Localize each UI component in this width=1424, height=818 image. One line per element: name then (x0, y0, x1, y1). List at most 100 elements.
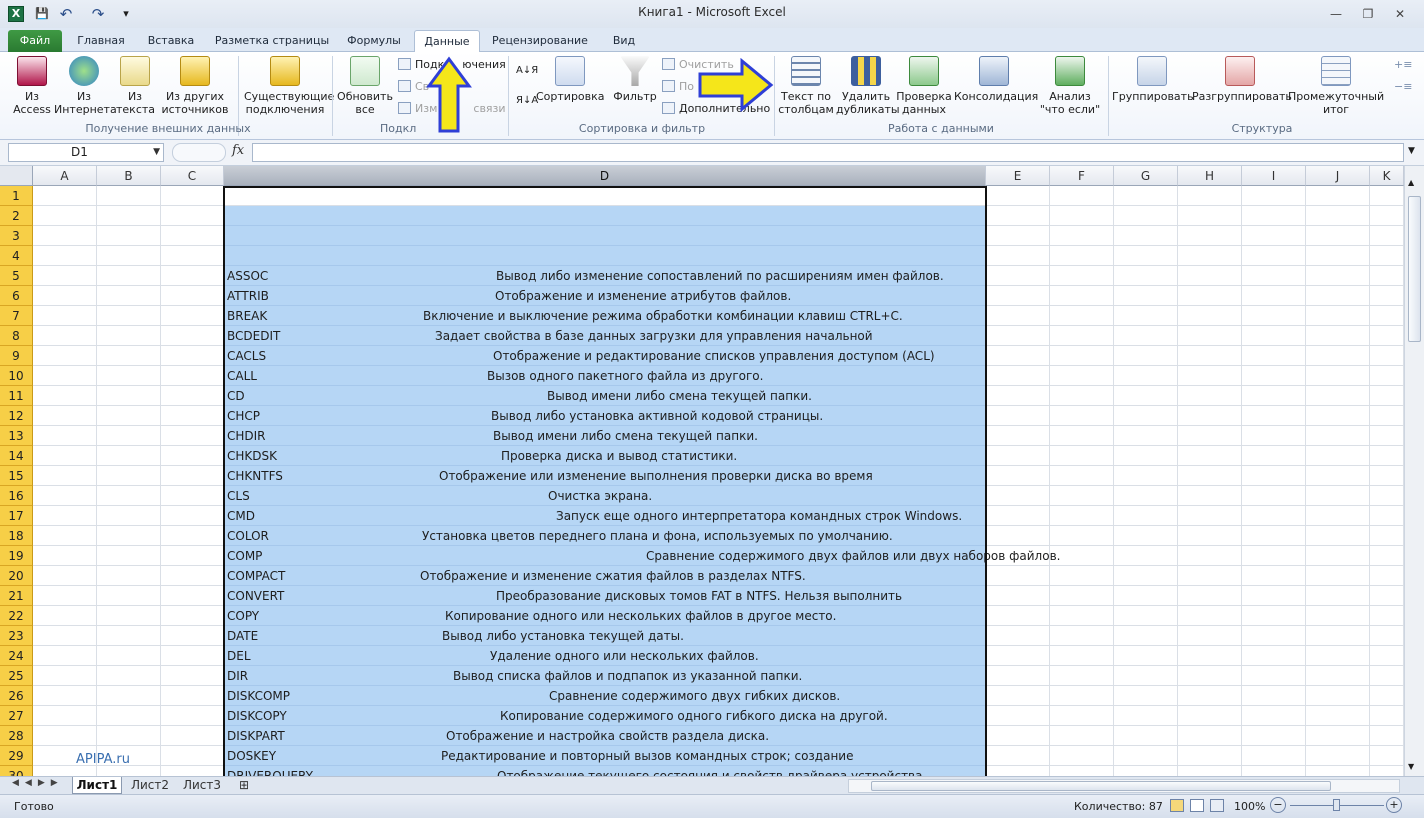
row-header-3[interactable]: 3 (0, 226, 33, 246)
column-header-h[interactable]: H (1178, 166, 1242, 186)
select-all-corner[interactable] (0, 166, 33, 186)
row-header-22[interactable]: 22 (0, 606, 33, 626)
filter-button[interactable]: Фильтр (612, 56, 658, 103)
scroll-up-icon[interactable]: ▲ (1408, 178, 1414, 187)
tab-formulas[interactable]: Формулы (340, 30, 408, 52)
cell-d2[interactable] (224, 206, 986, 226)
text-to-columns-button[interactable]: Текст по столбцам (778, 56, 834, 116)
from-other-sources-button[interactable]: Из других источников (158, 56, 232, 116)
cell-d10[interactable]: CALL Вызов одного пакетного файла из друг… (224, 366, 986, 386)
cell-d15[interactable]: CHKNTFS Отображение или изменение выполне… (224, 466, 986, 486)
row-header-28[interactable]: 28 (0, 726, 33, 746)
row-header-17[interactable]: 17 (0, 506, 33, 526)
row-header-13[interactable]: 13 (0, 426, 33, 446)
row-header-1[interactable]: 1 (0, 186, 33, 206)
sort-az-button[interactable]: А↓Я (516, 64, 538, 78)
page-break-view-icon[interactable] (1210, 799, 1224, 812)
properties-button[interactable]: Св (398, 80, 429, 94)
row-header-30[interactable]: 30 (0, 766, 33, 776)
cell-d30[interactable]: DRIVERQUERY Отображение текущего состояни… (224, 766, 986, 776)
cell-d27[interactable]: DISKCOPY Копирование содержимого одного г… (224, 706, 986, 726)
sheet-tab-1[interactable]: Лист1 (72, 777, 122, 794)
insert-function-icon[interactable]: fx (232, 143, 244, 158)
group-button[interactable]: Группировать (1112, 56, 1194, 103)
row-header-23[interactable]: 23 (0, 626, 33, 646)
column-header-b[interactable]: B (97, 166, 161, 186)
cell-d29[interactable]: DOSKEY Редактирование и повторный вызов к… (224, 746, 986, 766)
close-icon[interactable]: ✕ (1390, 6, 1410, 22)
cell-d16[interactable]: CLS Очистка экрана. (224, 486, 986, 506)
data-validation-button[interactable]: Проверка данных (896, 56, 952, 116)
ungroup-button[interactable]: Разгруппировать (1192, 56, 1292, 103)
zoom-level[interactable]: 100% (1234, 800, 1265, 813)
worksheet-grid[interactable]: A B C D E F G H I J K 1 2 3 4 5 6 7 8 9 10 11 12 13 14 15 16 17 18 19… (0, 166, 1424, 776)
formula-input[interactable] (252, 143, 1404, 162)
row-header-19[interactable]: 19 (0, 546, 33, 566)
cell-d25[interactable]: DIR Вывод списка файлов и подпапок из ука… (224, 666, 986, 686)
expand-formula-bar-icon[interactable]: ▼ (1408, 146, 1415, 156)
cell-d18[interactable]: COLOR Установка цветов переднего плана и … (224, 526, 986, 546)
row-header-8[interactable]: 8 (0, 326, 33, 346)
vertical-scroll-thumb[interactable] (1408, 196, 1421, 342)
sheet-nav-icon[interactable]: ◀◀▶▶ (12, 778, 64, 788)
tab-review[interactable]: Рецензирование (488, 30, 592, 52)
chevron-down-icon[interactable]: ▼ (153, 144, 160, 161)
horizontal-scrollbar[interactable] (848, 779, 1400, 793)
row-header-9[interactable]: 9 (0, 346, 33, 366)
vertical-scrollbar[interactable]: ▲ ▼ (1404, 166, 1424, 776)
cell-d23[interactable]: DATE Вывод либо установка текущей даты. (224, 626, 986, 646)
cell-d3[interactable] (224, 226, 986, 246)
cell-d11[interactable]: CD Вывод имени либо смена текущей папки. (224, 386, 986, 406)
page-layout-view-icon[interactable] (1190, 799, 1204, 812)
column-header-k[interactable]: K (1370, 166, 1404, 186)
row-header-18[interactable]: 18 (0, 526, 33, 546)
cell-d26[interactable]: DISKCOMP Сравнение содержимого двух гибки… (224, 686, 986, 706)
from-text-button[interactable]: Из текста (116, 56, 155, 116)
row-header-12[interactable]: 12 (0, 406, 33, 426)
column-header-g[interactable]: G (1114, 166, 1178, 186)
cell-d9[interactable]: CACLS Отображение и редактирование списко… (224, 346, 986, 366)
column-header-d[interactable]: D (224, 166, 986, 186)
cell-d12[interactable]: CHCP Вывод либо установка активной кодово… (224, 406, 986, 426)
hide-detail-icon[interactable]: −≡ (1394, 80, 1412, 94)
cell-d21[interactable]: CONVERT Преобразование дисковых томов FAT… (224, 586, 986, 606)
row-header-11[interactable]: 11 (0, 386, 33, 406)
cell-d13[interactable]: CHDIR Вывод имени либо смена текущей папк… (224, 426, 986, 446)
row-header-16[interactable]: 16 (0, 486, 33, 506)
cell-d7[interactable]: BREAK Включение и выключение режима обраб… (224, 306, 986, 326)
row-header-15[interactable]: 15 (0, 466, 33, 486)
cell-d28[interactable]: DISKPART Отображение и настройка свойств … (224, 726, 986, 746)
row-header-29[interactable]: 29 (0, 746, 33, 766)
cell-d17[interactable]: CMD Запуск еще одного интерпретатора кома… (224, 506, 986, 526)
row-header-7[interactable]: 7 (0, 306, 33, 326)
row-header-25[interactable]: 25 (0, 666, 33, 686)
column-header-c[interactable]: C (161, 166, 224, 186)
column-header-a[interactable]: A (33, 166, 97, 186)
column-header-f[interactable]: F (1050, 166, 1114, 186)
zoom-in-icon[interactable]: + (1386, 797, 1402, 813)
what-if-analysis-button[interactable]: Анализ "что если" (1036, 56, 1104, 116)
refresh-all-button[interactable]: Обновить все (336, 56, 394, 116)
tab-file[interactable]: Файл (8, 30, 62, 52)
horizontal-scroll-thumb[interactable] (871, 781, 1331, 791)
tab-data[interactable]: Данные (414, 30, 480, 52)
cell-d5[interactable]: ASSOC Вывод либо изменение сопоставлений … (224, 266, 986, 286)
normal-view-icon[interactable] (1170, 799, 1184, 812)
cell-d20[interactable]: COMPACT Отображение и изменение сжатия фа… (224, 566, 986, 586)
zoom-out-icon[interactable]: − (1270, 797, 1286, 813)
reapply-button[interactable]: По (662, 80, 694, 94)
remove-duplicates-button[interactable]: Удалить дубликаты (836, 56, 900, 116)
tab-page-layout[interactable]: Разметка страницы (210, 30, 334, 52)
show-detail-icon[interactable]: +≡ (1394, 58, 1412, 72)
row-header-27[interactable]: 27 (0, 706, 33, 726)
column-header-i[interactable]: I (1242, 166, 1306, 186)
name-box[interactable]: D1 ▼ (8, 143, 164, 162)
column-header-j[interactable]: J (1306, 166, 1370, 186)
formula-bar-handle[interactable] (172, 143, 226, 162)
row-header-20[interactable]: 20 (0, 566, 33, 586)
cell-d24[interactable]: DEL Удаление одного или нескольких файлов… (224, 646, 986, 666)
row-header-14[interactable]: 14 (0, 446, 33, 466)
row-header-26[interactable]: 26 (0, 686, 33, 706)
cell-d19[interactable]: COMP Сравнение содержимого двух файлов ил… (224, 546, 1060, 566)
sort-za-button[interactable]: Я↓А (516, 94, 538, 108)
